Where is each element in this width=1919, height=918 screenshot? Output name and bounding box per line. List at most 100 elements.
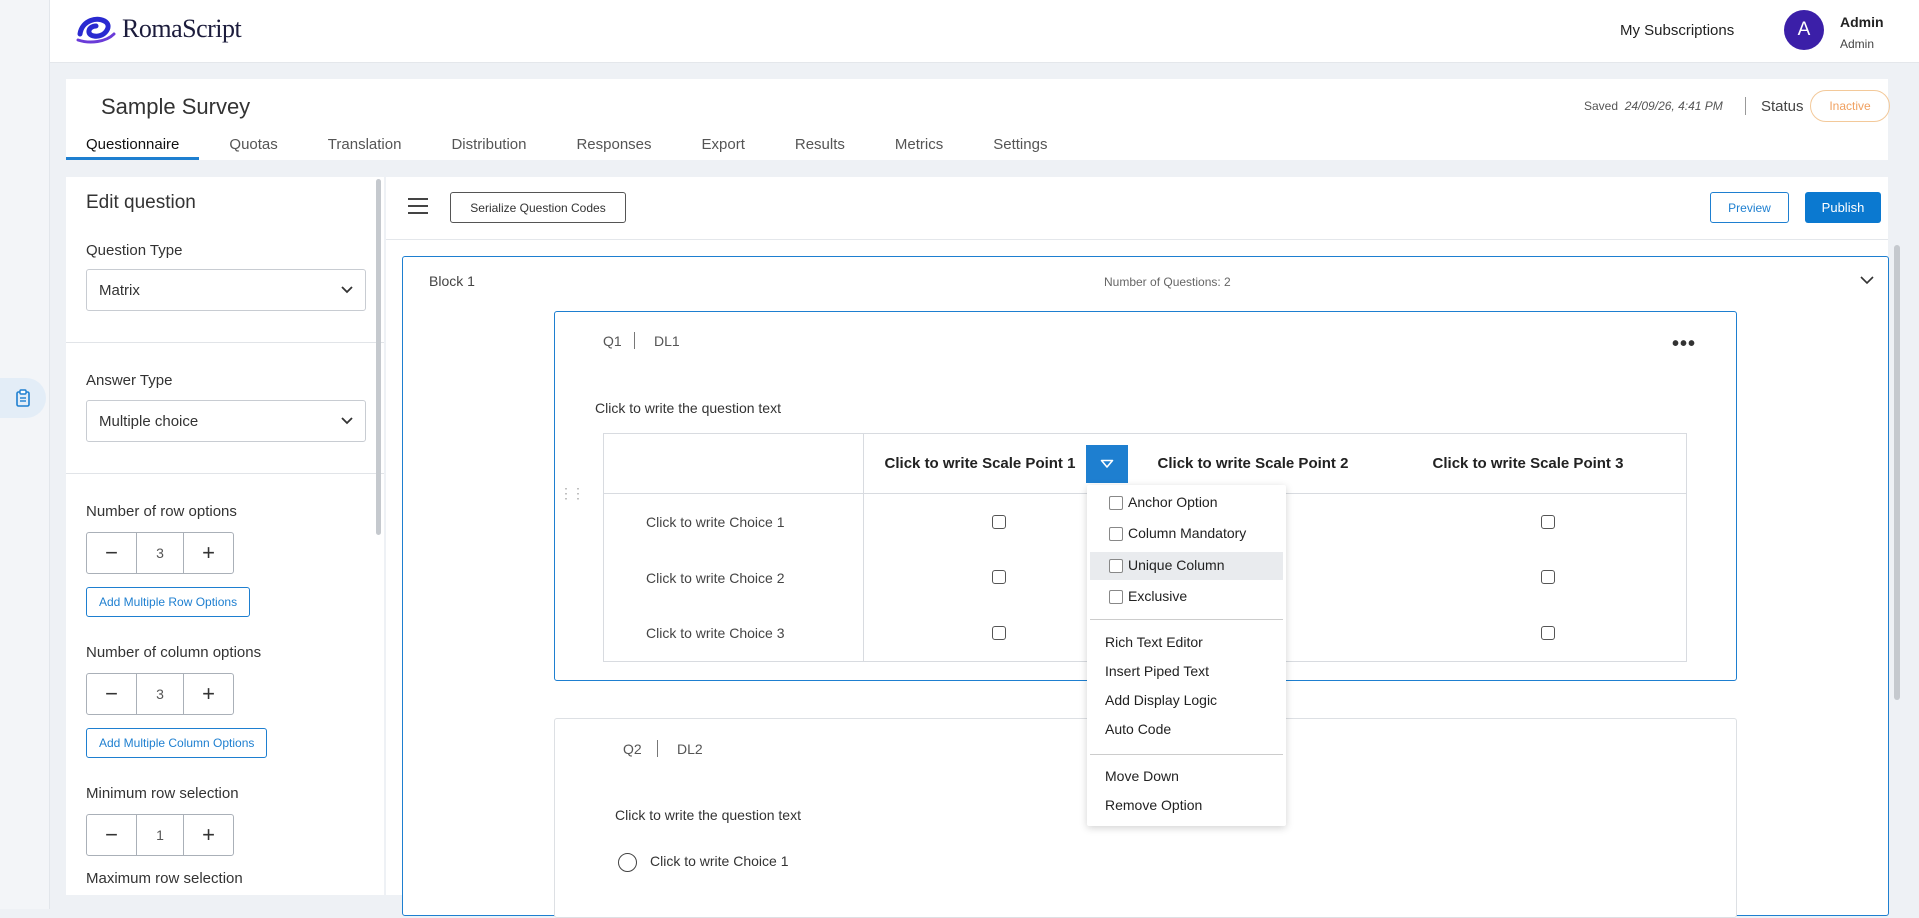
questionnaire-nav-item[interactable] bbox=[0, 378, 46, 418]
preview-button[interactable]: Preview bbox=[1710, 192, 1789, 223]
answer-type-label: Answer Type bbox=[86, 372, 173, 389]
menu-item-column-mandatory[interactable]: Column Mandatory bbox=[1128, 525, 1246, 541]
matrix-column-header[interactable]: Click to write Scale Point 1 bbox=[860, 455, 1100, 472]
more-options-icon[interactable]: ••• bbox=[1672, 333, 1696, 356]
matrix-row-label[interactable]: Click to write Choice 2 bbox=[646, 570, 785, 586]
matrix-checkbox[interactable] bbox=[1541, 626, 1555, 640]
tab-results[interactable]: Results bbox=[775, 136, 865, 160]
question-type-value: Matrix bbox=[99, 281, 140, 299]
publish-button[interactable]: Publish bbox=[1805, 192, 1881, 223]
menu-item-anchor-option[interactable]: Anchor Option bbox=[1128, 494, 1218, 510]
chevron-down-icon[interactable] bbox=[1860, 272, 1874, 290]
row-options-label: Number of row options bbox=[86, 503, 237, 520]
panel-divider bbox=[66, 342, 384, 343]
question-type-label: Question Type bbox=[86, 242, 183, 259]
tab-metrics[interactable]: Metrics bbox=[875, 136, 963, 160]
my-subscriptions-link[interactable]: My Subscriptions bbox=[1620, 22, 1734, 39]
choice-label[interactable]: Click to write Choice 1 bbox=[650, 853, 789, 869]
saved-status: Saved 24/09/26, 4:41 PM bbox=[1584, 99, 1723, 113]
min-row-label: Minimum row selection bbox=[86, 785, 239, 802]
menu-item-rich-text-editor[interactable]: Rich Text Editor bbox=[1105, 634, 1203, 650]
column-options-value[interactable]: 3 bbox=[136, 674, 184, 714]
max-row-label: Maximum row selection bbox=[86, 870, 243, 887]
exclusive-checkbox[interactable] bbox=[1109, 590, 1123, 604]
chevron-down-icon bbox=[341, 417, 353, 425]
decrement-button[interactable]: − bbox=[87, 674, 136, 714]
question-code[interactable]: DL2 bbox=[677, 741, 703, 757]
main-scrollbar[interactable] bbox=[1894, 245, 1900, 700]
survey-title[interactable]: Sample Survey bbox=[101, 94, 250, 120]
menu-item-auto-code[interactable]: Auto Code bbox=[1105, 721, 1171, 737]
question-type-select[interactable]: Matrix bbox=[86, 269, 366, 311]
column-options-stepper[interactable]: − 3 + bbox=[86, 673, 234, 715]
min-row-stepper[interactable]: − 1 + bbox=[86, 814, 234, 856]
tab-responses[interactable]: Responses bbox=[556, 136, 671, 160]
min-row-value[interactable]: 1 bbox=[136, 815, 184, 855]
answer-type-select[interactable]: Multiple choice bbox=[86, 400, 366, 442]
clipboard-icon bbox=[16, 389, 30, 407]
edit-question-panel: Edit question Question Type Matrix Answe… bbox=[66, 177, 384, 895]
panel-divider bbox=[66, 473, 384, 474]
tab-settings[interactable]: Settings bbox=[973, 136, 1067, 160]
anchor-option-checkbox[interactable] bbox=[1109, 496, 1123, 510]
menu-divider bbox=[1090, 619, 1283, 620]
logo-text: RomaScript bbox=[122, 14, 242, 43]
matrix-row-label[interactable]: Click to write Choice 1 bbox=[646, 514, 785, 530]
saved-label: Saved bbox=[1584, 99, 1619, 113]
drag-handle-icon[interactable]: ⋮⋮ bbox=[559, 486, 585, 500]
increment-button[interactable]: + bbox=[184, 533, 233, 573]
menu-item-add-display-logic[interactable]: Add Display Logic bbox=[1105, 692, 1217, 708]
block-question-count: Number of Questions: 2 bbox=[1104, 275, 1231, 289]
increment-button[interactable]: + bbox=[184, 674, 233, 714]
menu-icon[interactable] bbox=[408, 198, 428, 214]
row-options-value[interactable]: 3 bbox=[136, 533, 184, 573]
tab-translation[interactable]: Translation bbox=[308, 136, 422, 160]
column-mandatory-checkbox[interactable] bbox=[1109, 527, 1123, 541]
matrix-row-label[interactable]: Click to write Choice 3 bbox=[646, 625, 785, 641]
matrix-checkbox[interactable] bbox=[992, 570, 1006, 584]
panel-scrollbar[interactable] bbox=[376, 179, 381, 535]
status-label: Status bbox=[1761, 98, 1804, 115]
question-code-divider bbox=[657, 740, 658, 757]
column-options-menu: Anchor Option Column Mandatory Unique Co… bbox=[1087, 485, 1286, 826]
row-options-stepper[interactable]: − 3 + bbox=[86, 532, 234, 574]
menu-divider bbox=[1090, 754, 1283, 755]
serialize-question-codes-button[interactable]: Serialize Question Codes bbox=[450, 192, 626, 223]
question-text[interactable]: Click to write the question text bbox=[615, 807, 801, 823]
tab-quotas[interactable]: Quotas bbox=[209, 136, 297, 160]
tab-distribution[interactable]: Distribution bbox=[431, 136, 546, 160]
column-options-toggle[interactable] bbox=[1086, 445, 1128, 483]
matrix-checkbox[interactable] bbox=[1541, 570, 1555, 584]
add-multiple-column-options-button[interactable]: Add Multiple Column Options bbox=[86, 728, 268, 758]
tab-questionnaire[interactable]: Questionnaire bbox=[66, 136, 200, 160]
question-text[interactable]: Click to write the question text bbox=[595, 400, 781, 416]
menu-item-unique-column[interactable]: Unique Column bbox=[1128, 557, 1225, 573]
user-role: Admin bbox=[1840, 37, 1875, 51]
block-title[interactable]: Block 1 bbox=[429, 273, 475, 289]
matrix-column-header[interactable]: Click to write Scale Point 2 bbox=[1133, 455, 1373, 472]
increment-button[interactable]: + bbox=[184, 815, 233, 855]
logo[interactable]: RomaScript bbox=[76, 14, 242, 44]
menu-item-remove-option[interactable]: Remove Option bbox=[1105, 797, 1202, 813]
matrix-checkbox[interactable] bbox=[1541, 515, 1555, 529]
status-badge[interactable]: Inactive bbox=[1810, 90, 1890, 122]
caret-down-icon bbox=[1100, 459, 1114, 468]
add-multiple-row-options-button[interactable]: Add Multiple Row Options bbox=[86, 587, 251, 617]
radio-button[interactable] bbox=[618, 853, 637, 872]
toolbar-divider bbox=[386, 239, 1888, 240]
decrement-button[interactable]: − bbox=[87, 533, 136, 573]
question-code[interactable]: DL1 bbox=[654, 333, 680, 349]
menu-item-exclusive[interactable]: Exclusive bbox=[1128, 588, 1187, 604]
edit-question-title: Edit question bbox=[86, 192, 196, 213]
matrix-checkbox[interactable] bbox=[992, 515, 1006, 529]
avatar[interactable]: A bbox=[1784, 10, 1824, 50]
header-divider bbox=[1745, 97, 1746, 115]
decrement-button[interactable]: − bbox=[87, 815, 136, 855]
tab-export[interactable]: Export bbox=[682, 136, 765, 160]
menu-item-move-down[interactable]: Move Down bbox=[1105, 768, 1179, 784]
saved-time: 24/09/26, 4:41 PM bbox=[1624, 99, 1723, 113]
menu-item-insert-piped-text[interactable]: Insert Piped Text bbox=[1105, 663, 1209, 679]
unique-column-checkbox[interactable] bbox=[1109, 559, 1123, 573]
matrix-checkbox[interactable] bbox=[992, 626, 1006, 640]
matrix-column-header[interactable]: Click to write Scale Point 3 bbox=[1408, 455, 1648, 472]
